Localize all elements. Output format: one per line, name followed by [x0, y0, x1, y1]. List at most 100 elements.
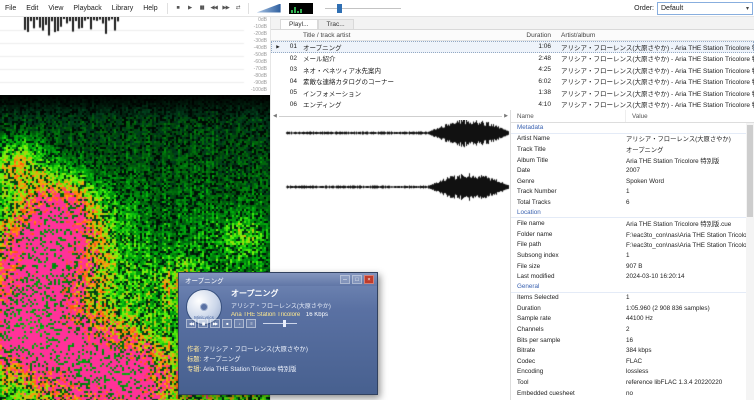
- column-title[interactable]: Title / track artist: [297, 32, 509, 39]
- db-scale-label: -70dB: [251, 66, 267, 73]
- scrollbar-thumb[interactable]: [747, 125, 753, 217]
- property-row[interactable]: Album TitleAria THE Station Tricolore 特別…: [511, 155, 746, 166]
- property-name: Last modified: [511, 273, 620, 280]
- popup-volume-slider[interactable]: [263, 319, 297, 328]
- popup-volume-thumb[interactable]: [283, 320, 286, 327]
- db-scale-label: -100dB: [251, 87, 267, 94]
- playlist-row[interactable]: ▶01オープニング1:06アリシア・フローレンス(大原さやか) - Aria T…: [271, 41, 754, 53]
- popup-info-value: Aria THE Station Tricolore 特別版: [203, 366, 296, 373]
- properties-scrollbar[interactable]: [746, 123, 754, 400]
- cd-hole-icon: [200, 303, 208, 311]
- property-row[interactable]: Items Selected1: [511, 293, 746, 304]
- popup-playback-controls: ◀◀▮▮▶▶■♪≡: [186, 319, 297, 328]
- property-row[interactable]: File size907 B: [511, 261, 746, 272]
- menu-button[interactable]: ≡: [246, 319, 256, 328]
- property-row[interactable]: Embedded cuesheetno: [511, 388, 746, 399]
- track-number: 03: [285, 66, 297, 73]
- playlist-tab-1[interactable]: Playl...: [280, 19, 318, 29]
- next-button[interactable]: ▶▶: [210, 319, 220, 328]
- property-name: Tool: [511, 379, 620, 386]
- property-row[interactable]: Date2007: [511, 165, 746, 176]
- playlist-tab-2[interactable]: Trac...: [318, 19, 354, 29]
- property-row[interactable]: CodecFLAC: [511, 356, 746, 367]
- pause-button[interactable]: ▮▮: [196, 2, 208, 14]
- menu-items: FileEditViewPlaybackLibraryHelp: [0, 5, 163, 12]
- property-name: Items Selected: [511, 294, 620, 301]
- playlist-row[interactable]: 04素敵な連絡カタログのコーナー6:02アリシア・フローレンス(大原さやか) -…: [271, 76, 754, 88]
- property-row[interactable]: GenreSpoken Word: [511, 176, 746, 187]
- spectrum-bar: [297, 11, 299, 13]
- column-duration[interactable]: Duration: [509, 32, 551, 39]
- playlist-row[interactable]: 05インフォメーション1:38アリシア・フローレンス(大原さやか) - Aria…: [271, 87, 754, 99]
- popup-info-line: 专辑: Aria THE Station Tricolore 特別版: [187, 365, 371, 375]
- property-name: Genre: [511, 178, 620, 185]
- pause-button[interactable]: ▮▮: [198, 319, 208, 328]
- order-dropdown[interactable]: Default ▾: [657, 2, 753, 15]
- property-row[interactable]: Subsong index1: [511, 250, 746, 261]
- db-scale-label: -10dB: [251, 24, 267, 31]
- property-value: FLAC: [620, 358, 746, 365]
- chevron-down-icon: ▾: [746, 5, 749, 12]
- playlist-row[interactable]: 03ネオ・ベネツィア水先案内4:25アリシア・フローレンス(大原さやか) - A…: [271, 64, 754, 76]
- property-row[interactable]: File pathF:\eac3to_con\nas\Aria THE Stat…: [511, 240, 746, 251]
- menu-help[interactable]: Help: [138, 5, 162, 12]
- app-window: FileEditViewPlaybackLibraryHelp ■▶▮▮◀◀▶▶…: [0, 0, 754, 400]
- popup-info-label: 专辑:: [187, 366, 203, 373]
- toolbar-separator: [248, 3, 249, 14]
- property-row[interactable]: Folder nameF:\eac3to_con\nas\Aria THE St…: [511, 229, 746, 240]
- track-title: インフォメーション: [297, 88, 509, 98]
- menu-file[interactable]: File: [0, 5, 21, 12]
- stop-button[interactable]: ■: [172, 2, 184, 14]
- menu-view[interactable]: View: [43, 5, 68, 12]
- property-row[interactable]: Track Number1: [511, 187, 746, 198]
- property-row[interactable]: Artist Nameアリシア・フローレンス(大原さやか): [511, 134, 746, 145]
- property-name: Folder name: [511, 231, 620, 238]
- previous-button[interactable]: ◀◀: [208, 2, 220, 14]
- previous-button[interactable]: ◀◀: [186, 319, 196, 328]
- track-title: ネオ・ベネツィア水先案内: [297, 65, 509, 75]
- property-row[interactable]: Encodinglossless: [511, 367, 746, 378]
- maximize-button[interactable]: □: [352, 275, 362, 284]
- seek-slider[interactable]: [325, 3, 401, 14]
- scroll-right-icon[interactable]: ▶: [502, 113, 510, 119]
- property-value: 2024-03-10 16:20:14: [620, 273, 746, 280]
- property-value: lossless: [620, 368, 746, 375]
- properties-column-value[interactable]: Value: [626, 113, 754, 120]
- property-row[interactable]: Channels2: [511, 324, 746, 335]
- menu-playback[interactable]: Playback: [68, 5, 106, 12]
- property-row[interactable]: Bitrate384 kbps: [511, 345, 746, 356]
- lyrics-button[interactable]: ♪: [234, 319, 244, 328]
- property-row[interactable]: Track Titleオープニング: [511, 144, 746, 155]
- property-row[interactable]: Total Tracks6: [511, 197, 746, 208]
- close-button[interactable]: ×: [364, 275, 374, 284]
- menu-edit[interactable]: Edit: [21, 5, 43, 12]
- now-playing-block: オープニング アリシア・フローレンス(大原さやか) Aria THE Stati…: [231, 288, 371, 318]
- stop-button[interactable]: ■: [222, 319, 232, 328]
- playlist-row[interactable]: 06エンディング4:10アリシア・フローレンス(大原さやか) - Aria TH…: [271, 99, 754, 111]
- seek-thumb[interactable]: [337, 4, 342, 13]
- property-value: 6: [620, 199, 746, 206]
- volume-slider[interactable]: [257, 4, 281, 13]
- scroll-left-icon[interactable]: ◀: [271, 113, 279, 119]
- property-row[interactable]: Duration1:05.960 (2 908 836 samples): [511, 303, 746, 314]
- menu-library[interactable]: Library: [107, 5, 138, 12]
- property-value: Aria THE Station Tricolore 特別版.cue: [620, 219, 746, 228]
- minimize-button[interactable]: ─: [340, 275, 350, 284]
- playlist-row[interactable]: 02メール紹介2:48アリシア・フローレンス(大原さやか) - Aria THE…: [271, 53, 754, 65]
- play-button[interactable]: ▶: [184, 2, 196, 14]
- property-row[interactable]: Sample rate44100 Hz: [511, 314, 746, 325]
- waveform-scroll-track[interactable]: [279, 116, 502, 117]
- property-row[interactable]: File nameAria THE Station Tricolore 特別版.…: [511, 218, 746, 229]
- db-scale-label: -20dB: [251, 31, 267, 38]
- properties-column-name[interactable]: Name: [511, 110, 626, 122]
- property-row[interactable]: Toolreference libFLAC 1.3.4 20220220: [511, 377, 746, 388]
- next-button[interactable]: ▶▶: [220, 2, 232, 14]
- column-artist-album[interactable]: Artist/album: [551, 32, 754, 39]
- toolbar-separator: [167, 3, 168, 14]
- random-button[interactable]: ⇄: [232, 2, 244, 14]
- property-row[interactable]: Bits per sample16: [511, 335, 746, 346]
- waveform-scrollbar[interactable]: ◀ ▶: [271, 112, 510, 120]
- properties-body: MetadataArtist Nameアリシア・フローレンス(大原さやか)Tra…: [511, 123, 746, 400]
- property-row[interactable]: Last modified2024-03-10 16:20:14: [511, 271, 746, 282]
- popup-titlebar[interactable]: オープニング ─□×: [179, 273, 377, 286]
